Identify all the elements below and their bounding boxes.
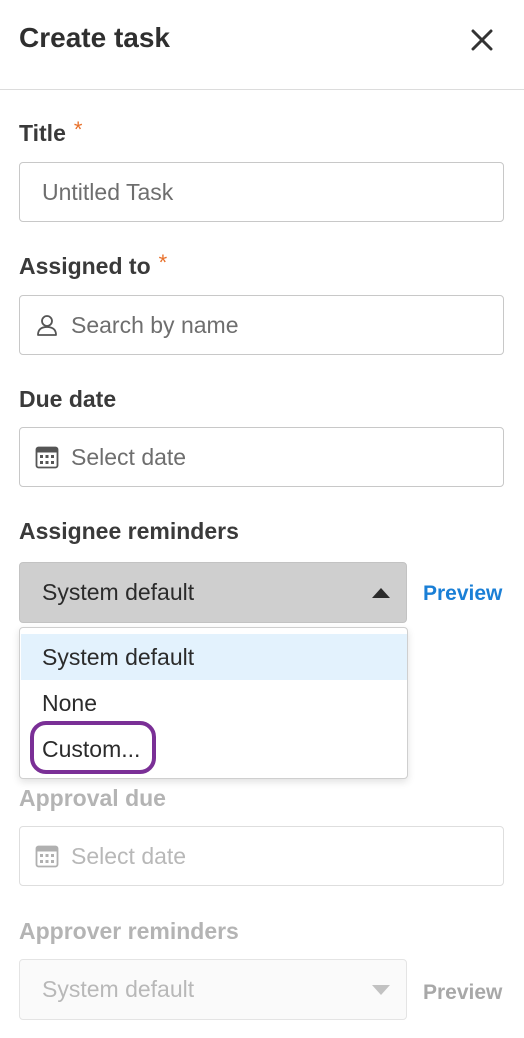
due-date-picker[interactable]: Select date xyxy=(19,427,504,487)
required-marker: * xyxy=(73,117,83,142)
title-label: Title * xyxy=(19,117,83,147)
highlight-ring xyxy=(30,721,156,774)
approver-reminders-select[interactable]: System default xyxy=(19,959,407,1020)
create-task-panel: Create task Title * Untitled Task Assigne… xyxy=(0,0,524,1038)
approver-reminders-preview-link[interactable]: Preview xyxy=(423,981,502,1005)
required-marker: * xyxy=(158,250,168,275)
approval-due-placeholder: Select date xyxy=(71,842,187,869)
option-label: None xyxy=(42,689,97,716)
approval-due-label: Approval due xyxy=(19,785,166,811)
assignee-reminders-select[interactable]: System default xyxy=(19,562,407,623)
reminders-dropdown-menu: System default None Custom... xyxy=(19,627,408,779)
caret-down-icon xyxy=(372,960,390,1019)
title-input[interactable]: Untitled Task xyxy=(19,162,504,222)
assignee-reminders-preview-link[interactable]: Preview xyxy=(423,582,502,606)
assignee-search-input[interactable]: Search by name xyxy=(19,295,504,355)
person-icon xyxy=(34,312,60,338)
approval-due-picker[interactable]: Select date xyxy=(19,826,504,886)
due-date-label: Due date xyxy=(19,386,117,412)
close-button[interactable] xyxy=(466,24,498,56)
close-icon xyxy=(471,29,493,51)
page-title: Create task xyxy=(19,22,170,53)
option-none[interactable]: None xyxy=(21,680,407,726)
title-label-text: Title xyxy=(19,120,66,146)
assignee-reminders-label: Assignee reminders xyxy=(19,518,239,544)
approver-reminders-label: Approver reminders xyxy=(19,918,239,944)
assignee-reminders-value: System default xyxy=(42,579,195,605)
assigned-to-label: Assigned to * xyxy=(19,250,168,280)
calendar-icon xyxy=(34,444,60,470)
approver-reminders-value: System default xyxy=(42,976,195,1002)
calendar-icon xyxy=(34,843,60,869)
option-system-default[interactable]: System default xyxy=(21,634,407,680)
caret-up-icon xyxy=(372,563,390,622)
panel-header: Create task xyxy=(0,0,524,90)
assigned-to-label-text: Assigned to xyxy=(19,253,151,279)
assignee-placeholder: Search by name xyxy=(71,311,239,338)
due-date-placeholder: Select date xyxy=(71,443,187,470)
option-label: System default xyxy=(42,643,195,670)
title-placeholder: Untitled Task xyxy=(42,178,174,205)
